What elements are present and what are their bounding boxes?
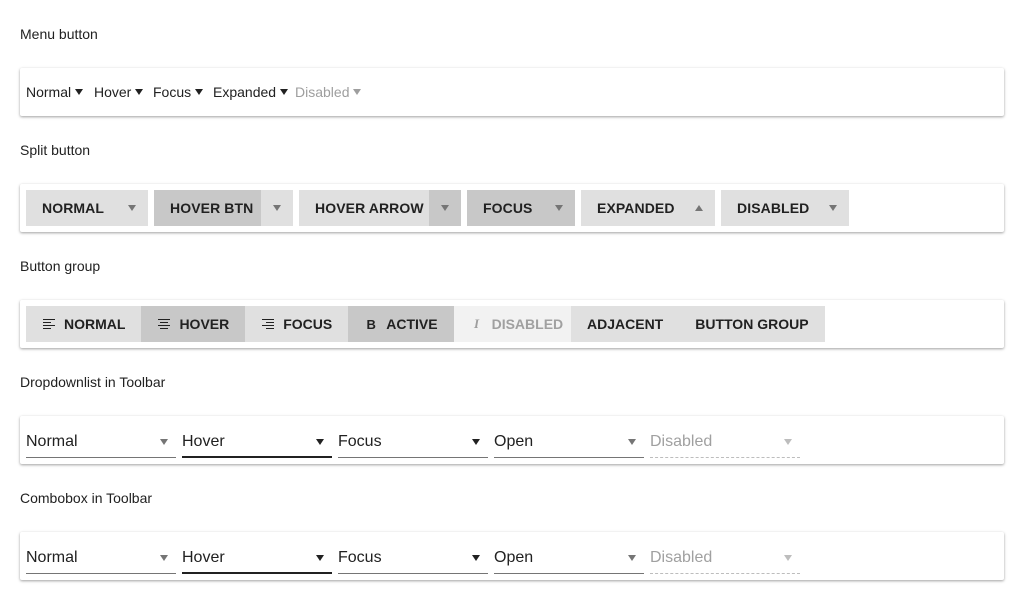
menu-button-focus[interactable]: Focus xyxy=(153,84,204,100)
split-button-focus: FOCUS xyxy=(467,190,575,226)
split-button-arrow[interactable] xyxy=(543,190,575,226)
caret-down-icon xyxy=(316,439,324,445)
split-button-main[interactable]: NORMAL xyxy=(26,190,116,226)
group-button-label: ACTIVE xyxy=(386,316,438,332)
align-right-icon xyxy=(261,317,275,331)
caret-down-icon[interactable] xyxy=(160,555,168,561)
group-button-label: FOCUS xyxy=(283,316,333,332)
caret-down-icon xyxy=(784,555,792,561)
menu-button-normal[interactable]: Normal xyxy=(26,84,84,100)
dropdownlist-value: Disabled xyxy=(650,433,713,450)
combobox-open[interactable]: Open xyxy=(494,546,644,574)
split-button-normal: NORMAL xyxy=(26,190,148,226)
caret-down-icon xyxy=(135,89,144,95)
italic-icon: I xyxy=(474,316,480,331)
dropdownlist-disabled: Disabled xyxy=(650,430,800,458)
split-button-expanded: EXPANDED xyxy=(581,190,715,226)
split-button-hover-btn: HOVER BTN xyxy=(154,190,293,226)
caret-up-icon xyxy=(695,205,703,211)
group-button-focus[interactable]: FOCUS xyxy=(245,306,348,342)
menu-button-disabled: Disabled xyxy=(295,84,362,100)
group-button-label: NORMAL xyxy=(64,316,126,332)
combobox-normal[interactable]: Normal xyxy=(26,546,176,574)
split-button-arrow[interactable] xyxy=(261,190,293,226)
adjacent-button-group: ADJACENT BUTTON GROUP xyxy=(571,306,825,342)
dropdownlist-value: Open xyxy=(494,433,534,450)
caret-down-icon[interactable] xyxy=(472,555,480,561)
caret-down-icon xyxy=(441,205,449,211)
caret-down-icon xyxy=(472,439,480,445)
group-button-label: DISABLED xyxy=(491,316,564,332)
section-title-dropdownlist: Dropdownlist in Toolbar xyxy=(20,374,166,390)
combobox-toolbar: Normal Hover Focus Open Disabled xyxy=(20,532,1004,580)
group-button-normal[interactable]: NORMAL xyxy=(26,306,141,342)
section-title-menu-button: Menu button xyxy=(20,26,98,42)
menu-button-hover[interactable]: Hover xyxy=(94,84,144,100)
section-title-button-group: Button group xyxy=(20,258,101,274)
caret-down-icon xyxy=(353,89,362,95)
section-title-split-button: Split button xyxy=(20,142,91,158)
dropdownlist-value: Hover xyxy=(182,433,225,450)
caret-down-icon xyxy=(829,205,837,211)
dropdownlist-hover[interactable]: Hover xyxy=(182,430,332,458)
caret-down-icon xyxy=(195,89,204,95)
combobox-value: Open xyxy=(494,549,534,566)
split-button-disabled: DISABLED xyxy=(721,190,849,226)
group-button-active[interactable]: B ACTIVE xyxy=(348,306,454,342)
combobox-hover[interactable]: Hover xyxy=(182,546,332,574)
menu-button-label: Hover xyxy=(94,84,132,100)
combobox-value: Focus xyxy=(338,549,382,566)
split-button-main[interactable]: HOVER ARROW xyxy=(299,190,429,226)
combobox-focus[interactable]: Focus xyxy=(338,546,488,574)
dropdownlist-open[interactable]: Open xyxy=(494,430,644,458)
align-center-icon xyxy=(157,317,171,331)
menu-button-label: Normal xyxy=(26,84,72,100)
split-button-arrow[interactable] xyxy=(116,190,148,226)
caret-down-icon xyxy=(75,89,84,95)
align-left-icon xyxy=(42,317,56,331)
dropdownlist-toolbar: Normal Hover Focus Open Disabled xyxy=(20,416,1004,464)
dropdownlist-value: Focus xyxy=(338,433,382,450)
menu-button-label: Expanded xyxy=(213,84,277,100)
menu-button-toolbar: Normal Hover Focus Expanded Disabled xyxy=(20,68,1004,116)
dropdownlist-normal[interactable]: Normal xyxy=(26,430,176,458)
caret-down-icon xyxy=(128,205,136,211)
caret-down-icon xyxy=(160,439,168,445)
split-button-main[interactable]: FOCUS xyxy=(467,190,543,226)
caret-down-icon[interactable] xyxy=(628,555,636,561)
section-title-combobox: Combobox in Toolbar xyxy=(20,490,153,506)
dropdownlist-value: Normal xyxy=(26,433,78,450)
split-button-arrow[interactable] xyxy=(683,190,715,226)
caret-down-icon xyxy=(555,205,563,211)
group-button-label: HOVER xyxy=(179,316,230,332)
caret-down-icon xyxy=(628,439,636,445)
split-button-arrow[interactable] xyxy=(429,190,461,226)
caret-down-icon xyxy=(273,205,281,211)
caret-down-icon xyxy=(280,89,289,95)
bold-icon: B xyxy=(366,316,376,332)
split-button-main[interactable]: HOVER BTN xyxy=(154,190,261,226)
group-button-button-group[interactable]: BUTTON GROUP xyxy=(679,306,824,342)
split-button-main: DISABLED xyxy=(721,190,817,226)
menu-button-expanded[interactable]: Expanded xyxy=(213,84,289,100)
combobox-value: Disabled xyxy=(650,549,713,566)
split-button-arrow xyxy=(817,190,849,226)
split-button-toolbar: NORMAL HOVER BTN HOVER ARROW FOCUS EXPAN… xyxy=(20,184,1004,232)
split-button-hover-arrow: HOVER ARROW xyxy=(299,190,461,226)
split-button-main[interactable]: EXPANDED xyxy=(581,190,683,226)
caret-down-icon[interactable] xyxy=(316,555,324,561)
menu-button-label: Disabled xyxy=(295,84,350,100)
combobox-disabled: Disabled xyxy=(650,546,800,574)
dropdownlist-focus[interactable]: Focus xyxy=(338,430,488,458)
combobox-value: Normal xyxy=(26,549,78,566)
group-button-disabled: I DISABLED xyxy=(453,306,580,342)
caret-down-icon xyxy=(784,439,792,445)
button-group: NORMAL HOVER FOCUS B ACTIVE I DISABLED xyxy=(26,306,580,342)
menu-button-label: Focus xyxy=(153,84,192,100)
group-button-adjacent[interactable]: ADJACENT xyxy=(571,306,679,342)
group-button-hover[interactable]: HOVER xyxy=(141,306,246,342)
button-group-toolbar: NORMAL HOVER FOCUS B ACTIVE I DISABLED A… xyxy=(20,300,1004,348)
combobox-value: Hover xyxy=(182,549,225,566)
